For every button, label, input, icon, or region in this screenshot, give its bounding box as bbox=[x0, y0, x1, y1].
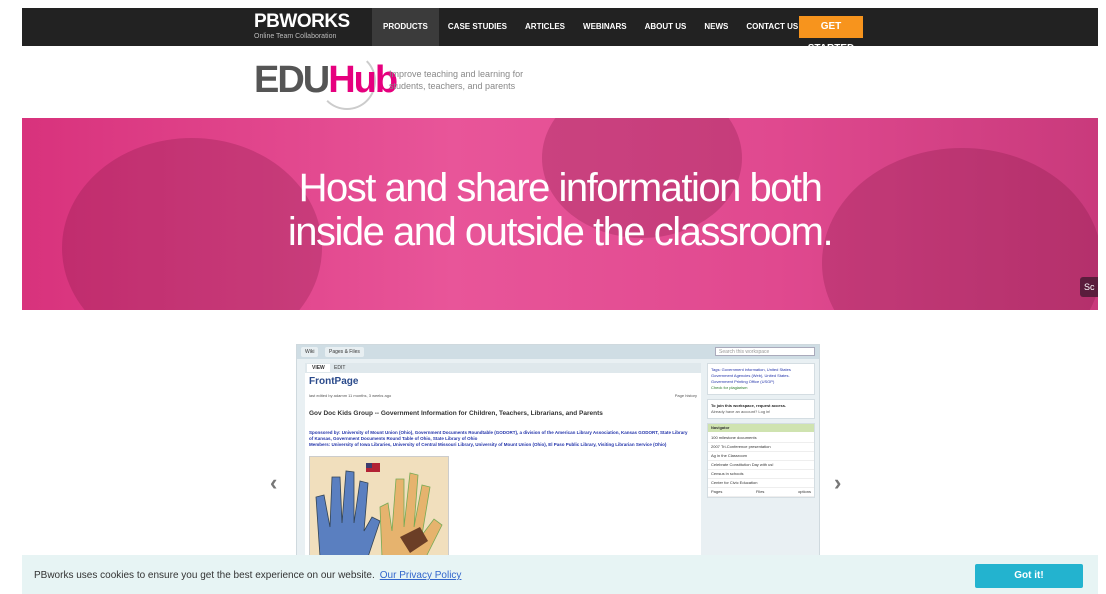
shot-join-box: To join this workspace, request access. … bbox=[707, 399, 815, 419]
hands-illustration bbox=[310, 457, 448, 559]
get-started-button[interactable]: GET STARTED bbox=[799, 16, 863, 54]
shot-subtabs: VIEW EDIT bbox=[305, 363, 701, 373]
nav-case-studies[interactable]: CASE STUDIES bbox=[439, 8, 516, 46]
shot-nav-item: Center for Civic Education bbox=[708, 479, 814, 488]
nav-webinars[interactable]: WEBINARS bbox=[574, 8, 636, 46]
cookie-message: PBworks uses cookies to ensure you get t… bbox=[34, 570, 461, 581]
shot-nav-item: 100 milestone documents bbox=[708, 434, 814, 443]
side-tab[interactable]: Sc bbox=[1080, 277, 1098, 297]
shot-nav-item: Celebrate Constitution Day with us! bbox=[708, 461, 814, 470]
cookie-accept-button[interactable]: Got it! bbox=[975, 564, 1083, 588]
shot-page-title: FrontPage bbox=[309, 376, 359, 387]
shot-options: options bbox=[798, 489, 811, 494]
nav-products[interactable]: PRODUCTS bbox=[372, 8, 439, 46]
product-screenshot: Wiki Pages & Files Search this workspace… bbox=[296, 344, 820, 560]
carousel-next-icon[interactable]: › bbox=[834, 470, 841, 496]
shot-edit-tab: EDIT bbox=[334, 365, 346, 371]
brand-name: PBWORKS bbox=[254, 11, 350, 32]
shot-navigator-box: Navigator 100 milestone documents 2007 T… bbox=[707, 423, 815, 498]
shot-view-tab: VIEW bbox=[307, 364, 330, 372]
eduhub-tagline: Improve teaching and learning for studen… bbox=[389, 69, 524, 91]
screenshot-carousel: ‹ › Wiki Pages & Files Search this works… bbox=[22, 310, 1098, 560]
shot-files: Files bbox=[755, 489, 765, 494]
eduhub-logo[interactable]: EDUHub bbox=[254, 59, 398, 101]
privacy-policy-link[interactable]: Our Privacy Policy bbox=[380, 570, 462, 581]
nav-news[interactable]: NEWS bbox=[695, 8, 737, 46]
shot-main: VIEW EDIT FrontPage last edited by adamm… bbox=[305, 363, 701, 559]
hero-line-2: inside and outside the classroom. bbox=[287, 210, 834, 254]
logo-edu: EDU bbox=[254, 59, 330, 101]
shot-tags: Tags: Government information, United Sta… bbox=[711, 367, 791, 384]
hero-banner: Host and share information both inside a… bbox=[22, 118, 1098, 310]
shot-pages-row: Pages Files options bbox=[708, 488, 814, 497]
eduhub-header: EDUHub Improve teaching and learning for… bbox=[22, 46, 1098, 118]
shot-tab-wiki: Wiki bbox=[301, 347, 319, 357]
shot-nav-item: 2007 Tri-Conference presentation bbox=[708, 443, 814, 452]
shot-search: Search this workspace bbox=[715, 347, 815, 356]
cookie-banner: PBworks uses cookies to ensure you get t… bbox=[22, 555, 1098, 594]
top-nav: PBWORKS Online Team Collaboration PRODUC… bbox=[22, 8, 1098, 54]
pbworks-logo[interactable]: PBWORKS Online Team Collaboration bbox=[254, 11, 350, 41]
hand-drawing-image bbox=[309, 456, 449, 559]
shot-body-1: Sponsored by: University of Mount Union … bbox=[309, 430, 688, 441]
shot-toolbar: Wiki Pages & Files Search this workspace bbox=[297, 345, 819, 359]
shot-pages: Pages bbox=[711, 489, 723, 494]
carousel-prev-icon[interactable]: ‹ bbox=[270, 470, 277, 496]
shot-account: Already have an account? Log in! bbox=[711, 409, 771, 414]
shot-nav-item: Ag in the Classroom bbox=[708, 452, 814, 461]
cookie-text: PBworks uses cookies to ensure you get t… bbox=[34, 570, 375, 581]
shot-body: Sponsored by: University of Mount Union … bbox=[309, 430, 689, 448]
shot-history: Page history bbox=[674, 393, 697, 398]
shot-sidebar: Tags: Government information, United Sta… bbox=[707, 363, 815, 559]
nav-contact-us[interactable]: CONTACT US bbox=[737, 8, 807, 46]
hero-line-1: Host and share information both bbox=[298, 166, 823, 210]
logo-hub: Hub bbox=[328, 59, 398, 101]
nav-links: PRODUCTS CASE STUDIES ARTICLES WEBINARS … bbox=[372, 8, 851, 46]
shot-plagiarism: Check for plagiarism bbox=[711, 385, 748, 390]
shot-tab-pages: Pages & Files bbox=[325, 347, 364, 357]
nav-articles[interactable]: ARTICLES bbox=[516, 8, 574, 46]
shot-navigator-head: Navigator bbox=[708, 424, 814, 432]
shot-tags-box: Tags: Government information, United Sta… bbox=[707, 363, 815, 395]
page-frame: PBWORKS Online Team Collaboration PRODUC… bbox=[22, 8, 1098, 594]
hero-headline: Host and share information both inside a… bbox=[22, 166, 1098, 254]
shot-meta: last edited by adamm 11 months, 3 weeks … bbox=[309, 393, 392, 398]
brand-tagline: Online Team Collaboration bbox=[254, 33, 337, 40]
shot-nav-item: Census in schools bbox=[708, 470, 814, 479]
shot-body-2: Members: University of Iowa Libraries, U… bbox=[309, 442, 667, 447]
nav-about-us[interactable]: ABOUT US bbox=[636, 8, 696, 46]
shot-heading: Gov Doc Kids Group -- Government Informa… bbox=[309, 410, 603, 417]
